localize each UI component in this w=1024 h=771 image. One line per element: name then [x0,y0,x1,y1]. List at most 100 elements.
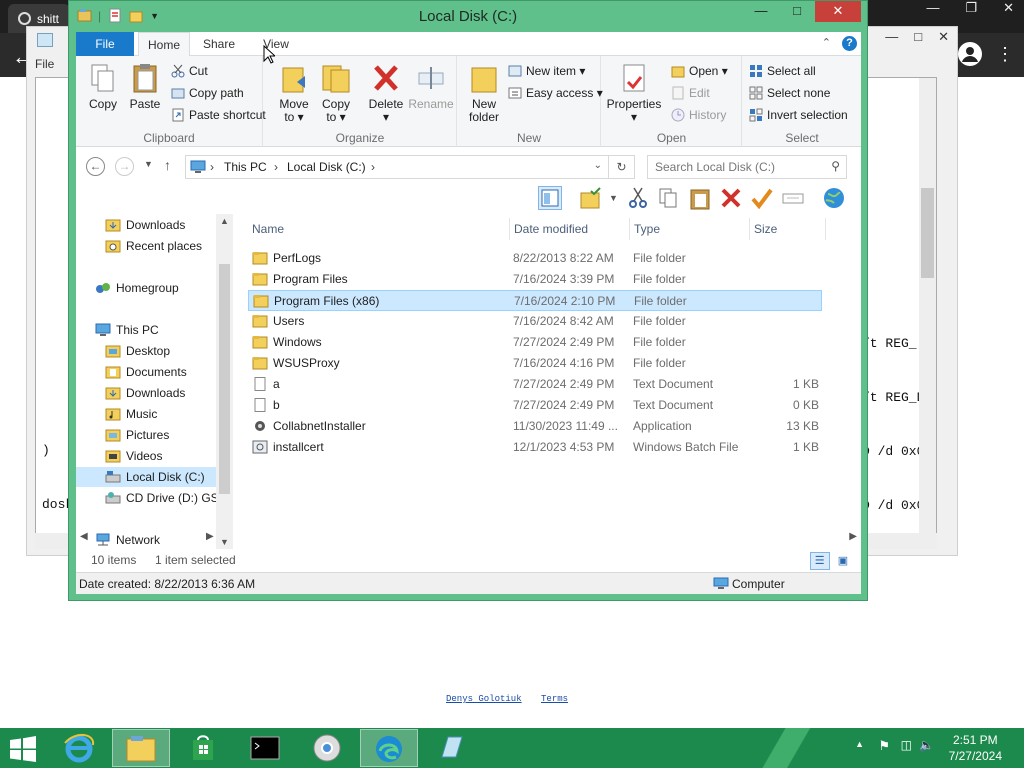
show-hidden-icons-icon[interactable]: ▲ [855,739,864,749]
nav-documents[interactable]: Documents [105,362,187,382]
paste-tool-button[interactable] [688,186,712,210]
file-row[interactable]: Program Files 7/16/2024 3:39 PM File folde… [248,269,822,290]
nav-pane-scrollbar[interactable]: ▲ ▼ [216,214,233,549]
paste-button[interactable]: Paste [124,62,166,111]
tab-home[interactable]: Home [138,32,190,57]
move-to-button[interactable]: Move to ▾ [274,62,314,124]
delete-tool-button[interactable] [719,186,743,210]
file-row[interactable]: PerfLogs 8/22/2013 8:22 AM File folder [248,248,822,269]
file-row[interactable]: installcert 12/1/2023 4:53 PM Windows Batc… [248,437,822,458]
rename-tool-button[interactable] [781,186,805,210]
file-row[interactable]: WSUSProxy 7/16/2024 4:16 PM File folder [248,353,822,374]
open-button[interactable]: Open ▾ [671,62,728,80]
forward-button[interactable]: → [115,157,134,176]
action-center-flag-icon[interactable]: ⚑ [878,738,890,754]
search-input[interactable] [655,157,825,177]
close-icon[interactable]: ✕ [1003,0,1014,22]
minimize-icon[interactable]: — [926,0,939,22]
file-row[interactable]: Program Files (x86) 7/16/2024 2:10 PM File… [248,290,822,311]
history-button[interactable]: History [671,106,726,124]
minimize-icon[interactable]: — [885,29,898,45]
file-row[interactable]: b 7/27/2024 2:49 PM Text Document 0 KB [248,395,822,416]
taskbar-edge[interactable] [360,729,418,767]
address-dropdown-icon[interactable]: ⌄ [594,160,602,171]
volume-muted-icon[interactable]: 🔈 [919,738,934,752]
breadcrumb-this-pc[interactable]: This PC [224,160,267,174]
up-button[interactable]: ↑ [164,157,171,173]
nav-homegroup[interactable]: Homegroup [95,278,179,298]
taskbar-chrome[interactable] [298,729,356,767]
editor-menu-file[interactable]: File [35,57,54,71]
delete-button[interactable]: Delete ▾ [365,62,407,124]
file-row[interactable]: a 7/27/2024 2:49 PM Text Document 1 KB [248,374,822,395]
profile-avatar-icon[interactable] [958,42,982,66]
column-header-type[interactable]: Type [630,218,750,240]
rename-button[interactable]: Rename [408,62,454,111]
folder-properties-button[interactable] [579,186,603,210]
tab-file[interactable]: File [76,32,134,56]
copy-to-button[interactable]: Copy to ▾ [316,62,356,124]
column-header-date-modified[interactable]: Date modified [510,218,630,240]
network-tray-icon[interactable]: ◫ [901,738,912,752]
nav-this-pc[interactable]: This PC [95,320,159,340]
new-folder-button[interactable]: New folder [462,62,506,124]
breadcrumb-local-disk[interactable]: Local Disk (C:) [287,160,366,174]
nav-videos[interactable]: Videos [105,446,162,466]
globe-tool-button[interactable] [822,186,846,210]
maximize-icon[interactable]: □ [914,29,922,45]
copy-tool-button[interactable] [656,186,680,210]
nav-desktop[interactable]: Desktop [105,341,170,361]
select-all-button[interactable]: Select all [749,62,816,80]
explorer-titlebar[interactable]: | ▼ Local Disk (C:) — □ ✕ [69,1,867,32]
properties-tool-button[interactable] [750,186,774,210]
close-button[interactable]: ✕ [815,1,861,22]
nav-local-disk[interactable]: Local Disk (C:) [76,467,216,487]
taskbar-store[interactable] [174,729,232,767]
copy-path-button[interactable]: Copy path [171,84,244,102]
nav-downloads-quick[interactable]: Downloads [105,215,185,235]
cut-tool-button[interactable] [626,186,650,210]
select-none-button[interactable]: Select none [749,84,830,102]
search-box[interactable]: ⚲ [647,155,847,179]
clock[interactable]: 2:51 PM 7/27/2024 [949,732,1002,764]
restore-icon[interactable]: ❐ [965,0,977,22]
close-icon[interactable]: ✕ [938,29,949,45]
tab-share[interactable]: Share [196,32,242,56]
nav-cd-drive[interactable]: CD Drive (D:) GSP [105,488,227,508]
taskbar-ie[interactable] [50,729,108,767]
minimize-ribbon-icon[interactable]: ⌃ [822,36,831,49]
column-header-size[interactable]: Size [750,218,826,240]
search-icon[interactable]: ⚲ [831,159,840,173]
start-button[interactable] [8,736,38,762]
refresh-button[interactable]: ↻ [609,155,635,179]
horizontal-scrollbar[interactable]: ◀ ▶ ▶ [76,530,861,546]
minimize-button[interactable]: — [743,1,779,22]
preview-pane-button[interactable] [538,186,562,210]
view-dropdown-icon[interactable]: ▼ [609,193,618,203]
file-row[interactable]: CollabnetInstaller 11/30/2023 11:49 ... Ap… [248,416,822,437]
footer-link-author[interactable]: Denys Golotiuk [446,694,522,704]
cut-button[interactable]: Cut [171,62,208,80]
taskbar-notepad[interactable] [422,729,480,767]
back-button[interactable]: ← [86,157,105,176]
paste-shortcut-button[interactable]: Paste shortcut [171,106,266,124]
column-header-name[interactable]: Name [248,218,510,240]
taskbar-file-explorer[interactable] [112,729,170,767]
tab-view[interactable]: View [256,32,296,56]
nav-recent-places[interactable]: Recent places [105,236,202,256]
copy-button[interactable]: Copy [82,62,124,111]
details-view-icon[interactable]: ☰ [809,552,830,570]
nav-downloads[interactable]: Downloads [105,383,185,403]
edit-button[interactable]: Edit [671,84,710,102]
new-item-button[interactable]: New item ▾ [508,62,585,80]
address-bar[interactable]: › This PC › Local Disk (C:) › ⌄ [185,155,609,179]
file-row[interactable]: Users 7/16/2024 8:42 AM File folder [248,311,822,332]
invert-selection-button[interactable]: Invert selection [749,106,848,124]
easy-access-button[interactable]: Easy access ▾ [508,84,603,102]
maximize-button[interactable]: □ [779,1,815,22]
browser-menu-icon[interactable]: ⋮ [996,44,1014,65]
properties-button[interactable]: Properties ▾ [604,62,664,124]
help-icon[interactable]: ? [842,36,857,51]
file-row[interactable]: Windows 7/27/2024 2:49 PM File folder [248,332,822,353]
taskbar-cmd[interactable] [236,729,294,767]
